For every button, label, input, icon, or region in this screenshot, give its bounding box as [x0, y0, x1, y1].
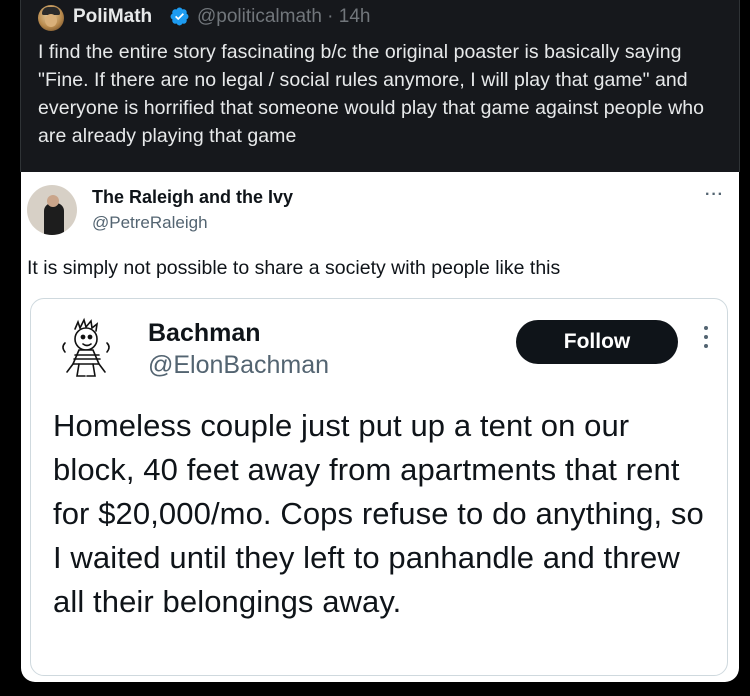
quote-handle[interactable]: @PetreRaleigh: [92, 212, 208, 234]
calvin-cartoon-avatar[interactable]: [53, 315, 125, 387]
inner-handle[interactable]: @ElonBachman: [148, 350, 329, 380]
polimath-avatar[interactable]: [38, 5, 64, 31]
raleigh-avatar[interactable]: [27, 185, 77, 235]
inner-tweet-text: Homeless couple just put up a tent on ou…: [53, 408, 704, 619]
inner-display-name[interactable]: Bachman: [148, 318, 261, 348]
inner-more-options-icon[interactable]: [703, 326, 709, 356]
outer-handle-time[interactable]: @politicalmath · 14h: [197, 5, 370, 29]
follow-button[interactable]: Follow: [516, 320, 678, 364]
quote-display-name[interactable]: The Raleigh and the Ivy: [92, 186, 293, 208]
screenshot-root: PoliMath @politicalmath · 14h I find the…: [0, 0, 750, 696]
verified-badge-icon: [170, 7, 189, 26]
inner-tweet-card[interactable]: Bachman @ElonBachman Follow Homeless cou…: [30, 298, 728, 676]
outer-tweet-text: I find the entire story fascinating b/c …: [38, 41, 705, 147]
outer-display-name[interactable]: PoliMath: [73, 5, 152, 29]
quote-tweet-text: It is simply not possible to share a soc…: [27, 257, 561, 279]
more-options-icon[interactable]: ···: [705, 186, 724, 204]
quote-tweet-card[interactable]: The Raleigh and the Ivy @PetreRaleigh ··…: [21, 172, 739, 682]
